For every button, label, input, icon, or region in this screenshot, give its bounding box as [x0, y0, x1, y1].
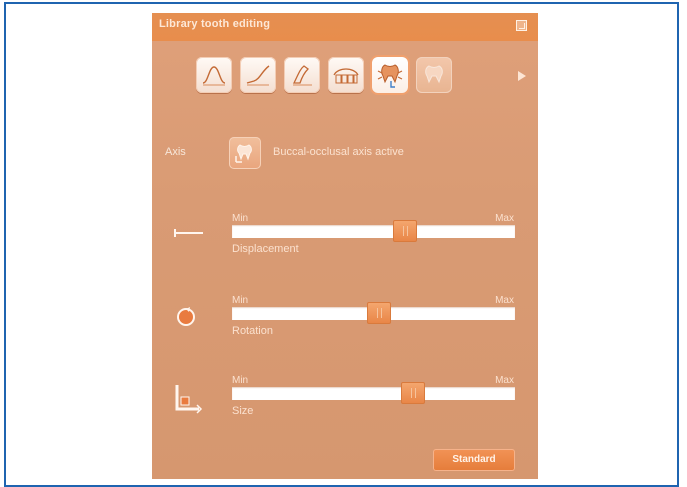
tooth-selection-icon	[377, 64, 403, 88]
slider-group-size: Min Max Size	[152, 375, 538, 455]
slider-group-rotation: Min Max Rotation	[152, 295, 538, 375]
displacement-slider-track[interactable]	[232, 225, 515, 238]
tool-pen-curve-button[interactable]	[284, 57, 320, 93]
title-bar: Library tooth editing	[152, 13, 538, 41]
displacement-slider-thumb[interactable]	[392, 220, 417, 242]
slider-group-displacement: Min Max Displacement	[152, 213, 538, 293]
rotation-label: Rotation	[232, 325, 273, 337]
window-title: Library tooth editing	[159, 18, 271, 30]
ramp-curve-icon	[246, 65, 270, 86]
pen-curve-icon	[292, 65, 312, 86]
displacement-label: Displacement	[232, 243, 299, 255]
size-icon	[175, 385, 203, 414]
library-tooth-editing-panel: Library tooth editing Axis Buccal-occlus…	[152, 13, 538, 479]
size-label: Size	[232, 405, 254, 417]
tooth-faded-icon	[425, 65, 443, 84]
rotation-icon	[177, 307, 195, 326]
tool-tooth-selection-button[interactable]	[372, 57, 408, 93]
slider-min-label: Min	[232, 213, 249, 224]
size-slider-track[interactable]	[232, 387, 515, 400]
size-slider-thumb[interactable]	[401, 382, 426, 404]
slider-min-label: Min	[232, 295, 249, 306]
rotation-slider-thumb[interactable]	[367, 302, 392, 324]
chevron-right-icon[interactable]	[518, 71, 526, 81]
slider-max-label: Max	[495, 213, 514, 224]
slider-min-label: Min	[232, 375, 249, 386]
tool-gauss-curve-button[interactable]	[196, 57, 232, 93]
axis-row: Axis Buccal-occlusal axis active	[152, 135, 538, 175]
axis-value: Buccal-occlusal axis active	[273, 146, 404, 158]
axis-tooth-icon[interactable]	[229, 137, 261, 169]
restore-window-icon[interactable]	[516, 20, 527, 31]
gauss-curve-icon	[202, 66, 226, 86]
teeth-row-icon	[333, 68, 359, 84]
axis-label: Axis	[165, 146, 186, 158]
slider-max-label: Max	[495, 295, 514, 306]
tool-tooth-faded-button[interactable]	[416, 57, 452, 93]
standard-button[interactable]: Standard	[433, 449, 515, 471]
tool-teeth-row-button[interactable]	[328, 57, 364, 93]
tool-ramp-curve-button[interactable]	[240, 57, 276, 93]
slider-max-label: Max	[495, 375, 514, 386]
displacement-icon	[174, 229, 203, 237]
